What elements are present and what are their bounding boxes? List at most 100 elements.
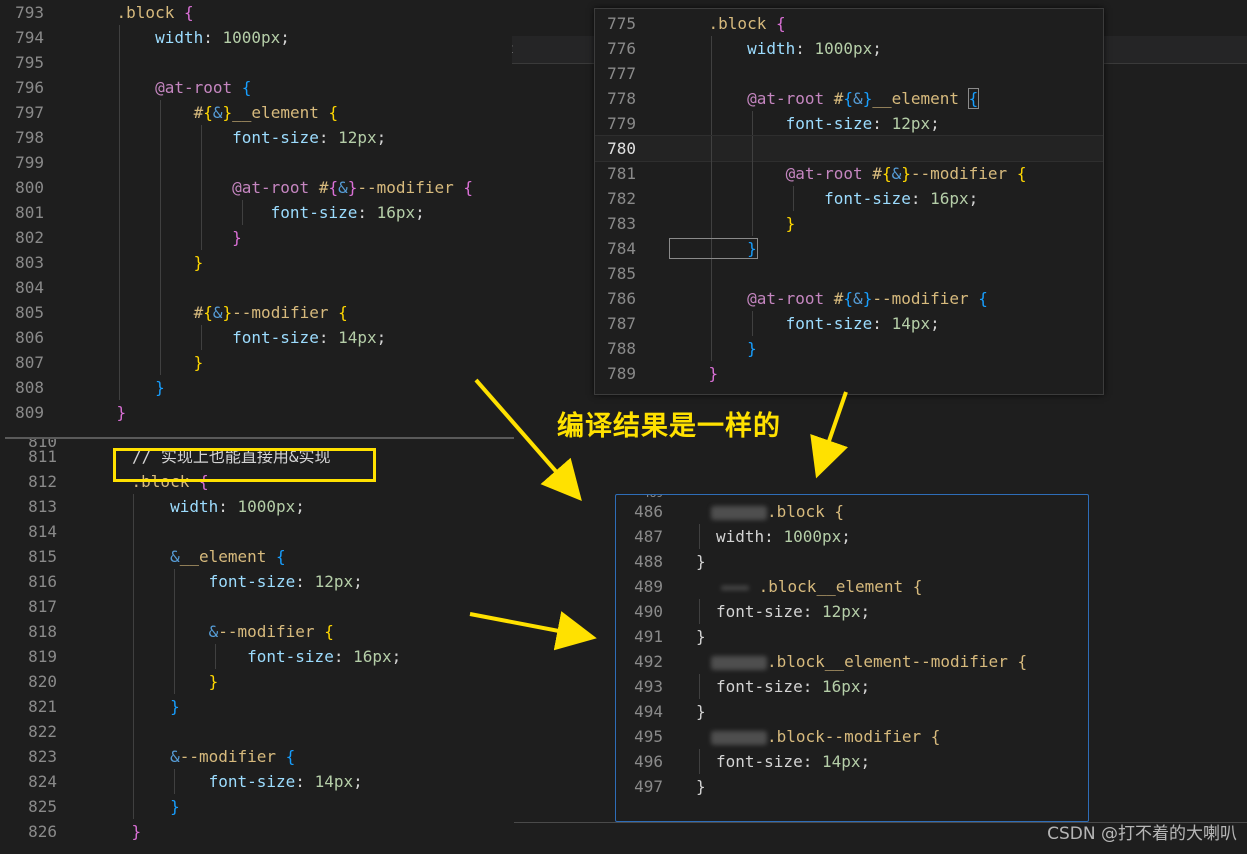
code-panel-top-right[interactable]: 775 .block { 776 width: 1000px; 777 778 …: [594, 8, 1104, 395]
code-line: 809 }: [0, 400, 512, 425]
code-line: 808 }: [0, 375, 512, 400]
code-line: 806 font-size: 14px;: [0, 325, 512, 350]
line-number: 816: [28, 572, 57, 591]
line-number: 488: [634, 552, 663, 571]
code-line: 824 font-size: 14px;: [5, 769, 514, 794]
code-text: width: 1000px;: [670, 39, 882, 58]
line-number: 781: [607, 164, 636, 183]
code-text: .block__element--modifier {: [711, 649, 1027, 674]
line-number: 824: [28, 772, 57, 791]
line-number: 797: [15, 103, 44, 122]
line-number: 821: [28, 697, 57, 716]
code-text: }: [696, 777, 706, 796]
line-number: 801: [15, 203, 44, 222]
line-number: 495: [634, 727, 663, 746]
code-line: 794 width: 1000px;: [0, 25, 512, 50]
code-line: 494}: [616, 699, 1088, 724]
line-number: 489: [634, 577, 663, 596]
code-line: 798 font-size: 12px;: [0, 125, 512, 150]
code-line: 796 @at-root {: [0, 75, 512, 100]
code-text: }: [696, 627, 706, 646]
line-number: 796: [15, 78, 44, 97]
code-text: @at-root #{&}--modifier {: [78, 178, 473, 197]
line-number: 777: [607, 64, 636, 83]
code-text: &--modifier {: [93, 747, 296, 766]
compiled-css-panel[interactable]: 489 486 .block { 487 width: 1000px; 488} 4…: [615, 494, 1089, 822]
line-number: 817: [28, 597, 57, 616]
code-text: @at-root #{&}__element {: [670, 88, 980, 109]
line-number: 494: [634, 702, 663, 721]
line-number: 491: [634, 627, 663, 646]
line-number: 818: [28, 622, 57, 641]
code-line: 820 }: [5, 669, 514, 694]
code-text: font-size: 16px;: [716, 677, 871, 696]
line-number: 785: [607, 264, 636, 283]
code-line: 817: [5, 594, 514, 619]
line-number: 814: [28, 522, 57, 541]
code-text: }: [78, 253, 204, 272]
line-number: 795: [15, 53, 44, 72]
code-text: font-size: 14px;: [93, 772, 363, 791]
line-number: 775: [607, 14, 636, 33]
code-line: 819 font-size: 16px;: [5, 644, 514, 669]
line-number: 806: [15, 328, 44, 347]
code-text: font-size: 12px;: [78, 128, 387, 147]
comment-highlight-box: [113, 448, 376, 482]
code-panel-bottom-left[interactable]: 810 811// 实现上也能直接用&实现 812 .block { 813 w…: [5, 437, 514, 854]
code-text: }: [669, 238, 758, 259]
line-number: 780: [607, 139, 636, 158]
line-number: 783: [607, 214, 636, 233]
code-line: 826 }: [5, 819, 514, 844]
code-text: .block {: [711, 499, 844, 524]
code-line: 488}: [616, 549, 1088, 574]
line-number: 803: [15, 253, 44, 272]
line-number: 812: [28, 472, 57, 491]
code-line: 496 font-size: 14px;: [616, 749, 1088, 774]
line-number: 779: [607, 114, 636, 133]
code-text: #{&}--modifier {: [78, 303, 348, 322]
code-text: font-size: 16px;: [78, 203, 425, 222]
code-line: 776 width: 1000px;: [595, 36, 1103, 61]
line-number: 493: [634, 677, 663, 696]
code-text: &--modifier {: [93, 622, 334, 641]
code-text: .block--modifier {: [711, 724, 940, 749]
code-text: }: [696, 552, 706, 571]
code-line: 810: [5, 439, 514, 451]
line-number: 799: [15, 153, 44, 172]
line-number: 487: [634, 527, 663, 546]
code-line: 489 .block__element {: [616, 574, 1088, 599]
code-line: 781 @at-root #{&}--modifier {: [595, 161, 1103, 186]
code-text: .block__element {: [721, 574, 922, 599]
code-line: 793 .block {: [0, 0, 512, 25]
code-line: 805 #{&}--modifier {: [0, 300, 512, 325]
code-line: 802 }: [0, 225, 512, 250]
code-text: font-size: 16px;: [670, 189, 979, 208]
code-line: 814: [5, 519, 514, 544]
line-number: 822: [28, 722, 57, 741]
watermark: CSDN @打不着的大喇叭: [1047, 824, 1237, 844]
code-line: 784 }: [595, 236, 1103, 261]
line-number: 820: [28, 672, 57, 691]
line-number: 819: [28, 647, 57, 666]
code-line: 801 font-size: 16px;: [0, 200, 512, 225]
line-number: 804: [15, 278, 44, 297]
code-line: 783 }: [595, 211, 1103, 236]
code-text: .block {: [78, 3, 194, 22]
code-line: 804: [0, 275, 512, 300]
line-number: 789: [607, 364, 636, 383]
code-text: }: [93, 672, 219, 691]
code-panel-top-left[interactable]: 793 .block { 794 width: 1000px; 795 796 …: [0, 0, 512, 434]
code-line: 797 #{&}__element {: [0, 100, 512, 125]
code-line: 490 font-size: 12px;: [616, 599, 1088, 624]
line-number: 811: [28, 447, 57, 466]
code-text: font-size: 14px;: [78, 328, 387, 347]
line-number: 496: [634, 752, 663, 771]
editor-tab[interactable]: t: [512, 36, 532, 63]
line-number: 805: [15, 303, 44, 322]
line-number: 490: [634, 602, 663, 621]
code-text: }: [78, 353, 204, 372]
code-line: 487 width: 1000px;: [616, 524, 1088, 549]
code-text: #{&}__element {: [78, 103, 339, 122]
code-text: font-size: 14px;: [670, 314, 940, 333]
code-line: 789 }: [595, 361, 1103, 386]
